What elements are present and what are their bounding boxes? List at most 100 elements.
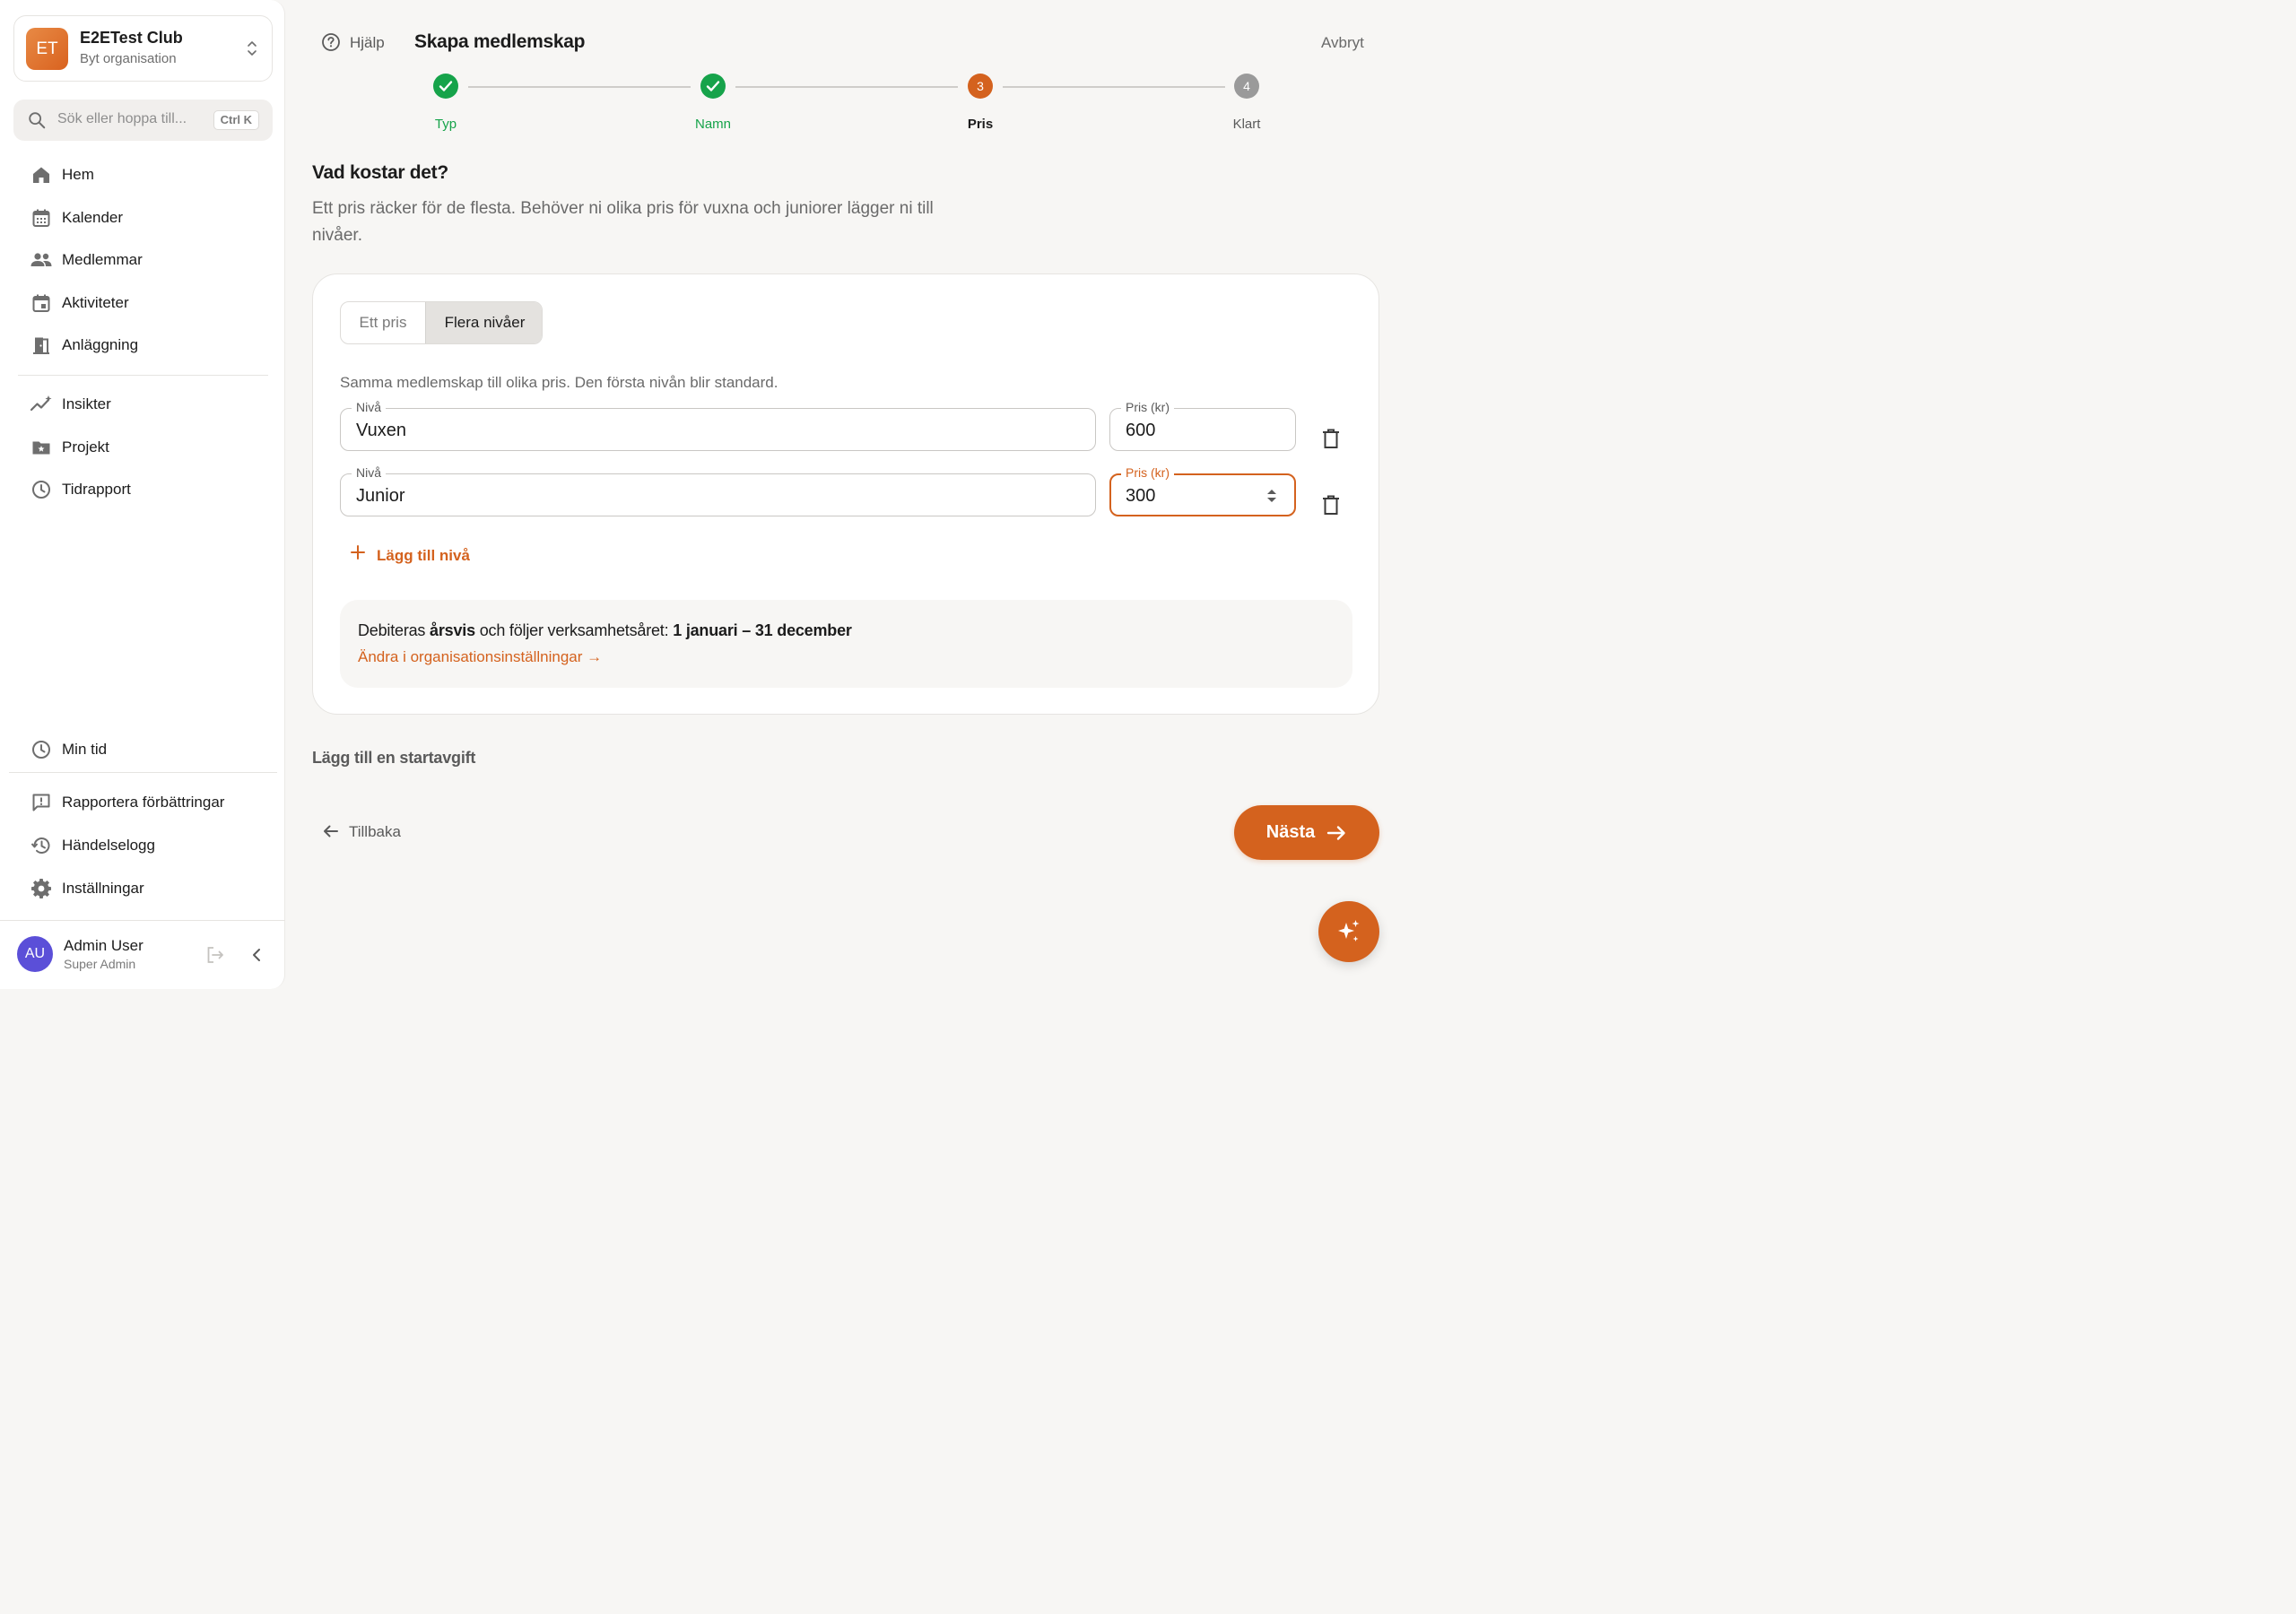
logout-icon[interactable]	[205, 945, 225, 965]
nav-label: Rapportera förbättringar	[62, 794, 225, 811]
home-icon	[30, 163, 53, 187]
nav-label: Aktiviteter	[62, 294, 129, 311]
nav-item-tidrapport[interactable]: Tidrapport	[30, 476, 131, 503]
number-stepper-icon[interactable]	[1265, 486, 1278, 506]
mode-single-price[interactable]: Ett pris	[341, 302, 425, 343]
nav-item-handelselogg[interactable]: Händelselogg	[30, 832, 155, 859]
nav-item-medlemmar[interactable]: Medlemmar	[30, 247, 143, 273]
nav-divider	[18, 375, 268, 376]
step-connector	[1003, 86, 1225, 88]
clock-icon	[30, 738, 53, 761]
search-shortcut: Ctrl K	[213, 110, 259, 130]
pricing-card: Ett pris Flera nivåer Samma medlemskap t…	[312, 273, 1379, 715]
billing-frequency: årsvis	[430, 621, 475, 639]
feedback-icon	[30, 791, 53, 814]
add-level-button[interactable]: Lägg till nivå	[349, 543, 470, 564]
nav-label: Inställningar	[62, 880, 144, 897]
nav-label: Insikter	[62, 395, 111, 412]
page-title: Skapa medlemskap	[414, 31, 586, 52]
help-button[interactable]: Hjälp	[321, 32, 385, 52]
search-icon	[29, 112, 46, 129]
back-button[interactable]: Tillbaka	[321, 821, 401, 846]
trash-icon[interactable]	[1320, 493, 1342, 516]
nav-label: Kalender	[62, 209, 124, 226]
gear-icon	[30, 877, 53, 900]
nav-divider	[9, 772, 277, 773]
calendar-icon	[30, 206, 53, 230]
user-role: Super Admin	[64, 957, 136, 971]
billing-summary: Debiteras årsvis och följer verksamhetså…	[358, 621, 852, 640]
nav-item-projekt[interactable]: Projekt	[30, 434, 109, 461]
field-label: Nivå	[352, 465, 387, 480]
field-label: Pris (kr)	[1121, 400, 1174, 414]
help-label: Hjälp	[350, 34, 385, 51]
org-name: E2ETest Club	[80, 29, 183, 47]
step-2-done	[700, 74, 726, 99]
nav-label: Min tid	[62, 741, 108, 758]
org-switch-label: Byt organisation	[80, 51, 177, 66]
nav-item-rapportera[interactable]: Rapportera förbättringar	[30, 789, 224, 816]
step-label-namn: Namn	[694, 117, 732, 132]
nav-label: Hem	[62, 166, 94, 183]
nav-label: Anläggning	[62, 336, 139, 353]
level-name-field[interactable]: Nivå Junior	[340, 465, 1096, 516]
level-price-field-focused[interactable]: Pris (kr) 300	[1109, 465, 1296, 516]
billing-period: 1 januari – 31 december	[673, 621, 852, 639]
step-1-done	[433, 74, 458, 99]
step-label-typ: Typ	[434, 117, 457, 132]
field-label: Pris (kr)	[1121, 465, 1174, 480]
arrow-right-icon	[1327, 825, 1345, 840]
nav-item-insikter[interactable]: Insikter	[30, 391, 111, 418]
user-name: Admin User	[64, 937, 144, 954]
add-start-fee-link[interactable]: Lägg till en startavgift	[312, 749, 475, 768]
back-label: Tillbaka	[349, 823, 401, 840]
cancel-button[interactable]: Avbryt	[1321, 34, 1364, 52]
nav-item-anlaggning[interactable]: Anläggning	[30, 332, 138, 359]
nav-item-installningar[interactable]: Inställningar	[30, 875, 144, 902]
section-description: Ett pris räcker för de flesta. Behöver n…	[312, 199, 934, 245]
nav-label: Projekt	[62, 438, 109, 456]
add-level-label: Lägg till nivå	[377, 547, 470, 564]
nav-item-kalender[interactable]: Kalender	[30, 204, 123, 231]
event-icon	[30, 291, 53, 315]
level-price-field[interactable]: Pris (kr) 600	[1109, 400, 1296, 451]
billing-prefix: Debiteras	[358, 621, 430, 639]
section-title: Vad kostar det?	[312, 162, 448, 183]
door-icon	[30, 334, 53, 357]
arrow-left-icon	[324, 825, 338, 837]
field-value: Vuxen	[356, 421, 406, 440]
field-value: 600	[1126, 421, 1156, 440]
level-name-field[interactable]: Nivå Vuxen	[340, 400, 1096, 451]
sidebar: ET E2ETest Club Byt organisation Sök ell…	[0, 0, 285, 989]
ai-assistant-button[interactable]	[1318, 901, 1379, 962]
collapse-sidebar-icon[interactable]	[248, 946, 265, 964]
mode-multiple-levels[interactable]: Flera nivåer	[425, 302, 542, 343]
billing-info: Debiteras årsvis och följer verksamhetså…	[340, 600, 1352, 688]
chevron-up-down-icon	[248, 41, 257, 56]
step-label-klart: Klart	[1232, 117, 1261, 132]
field-label: Nivå	[352, 400, 387, 414]
folder-star-icon	[30, 436, 53, 459]
pricing-description: Samma medlemskap till olika pris. Den fö…	[340, 374, 778, 391]
next-label: Nästa	[1265, 822, 1316, 842]
nav-label: Medlemmar	[62, 251, 143, 268]
org-settings-link[interactable]: Ändra i organisationsinställningar →	[358, 648, 602, 666]
org-switcher[interactable]: ET E2ETest Club Byt organisation	[13, 15, 273, 82]
people-icon	[30, 248, 53, 272]
nav-label: Händelselogg	[62, 837, 155, 854]
nav-item-hem[interactable]: Hem	[30, 161, 94, 188]
step-connector	[735, 86, 958, 88]
check-icon	[439, 81, 453, 91]
billing-middle: och följer verksamhetsåret:	[474, 621, 674, 639]
plus-icon	[351, 545, 365, 560]
org-logo: ET	[26, 28, 68, 70]
nav-item-aktiviteter[interactable]: Aktiviteter	[30, 290, 129, 317]
next-button[interactable]: Nästa	[1234, 805, 1379, 860]
nav-item-min-tid[interactable]: Min tid	[30, 736, 107, 763]
help-circle-icon	[322, 33, 340, 51]
pricing-mode-toggle: Ett pris Flera nivåer	[340, 301, 543, 344]
search-placeholder: Sök eller hoppa till...	[57, 111, 187, 126]
step-label-pris: Pris	[967, 117, 994, 132]
search-input[interactable]: Sök eller hoppa till... Ctrl K	[13, 100, 273, 141]
trash-icon[interactable]	[1320, 427, 1342, 450]
